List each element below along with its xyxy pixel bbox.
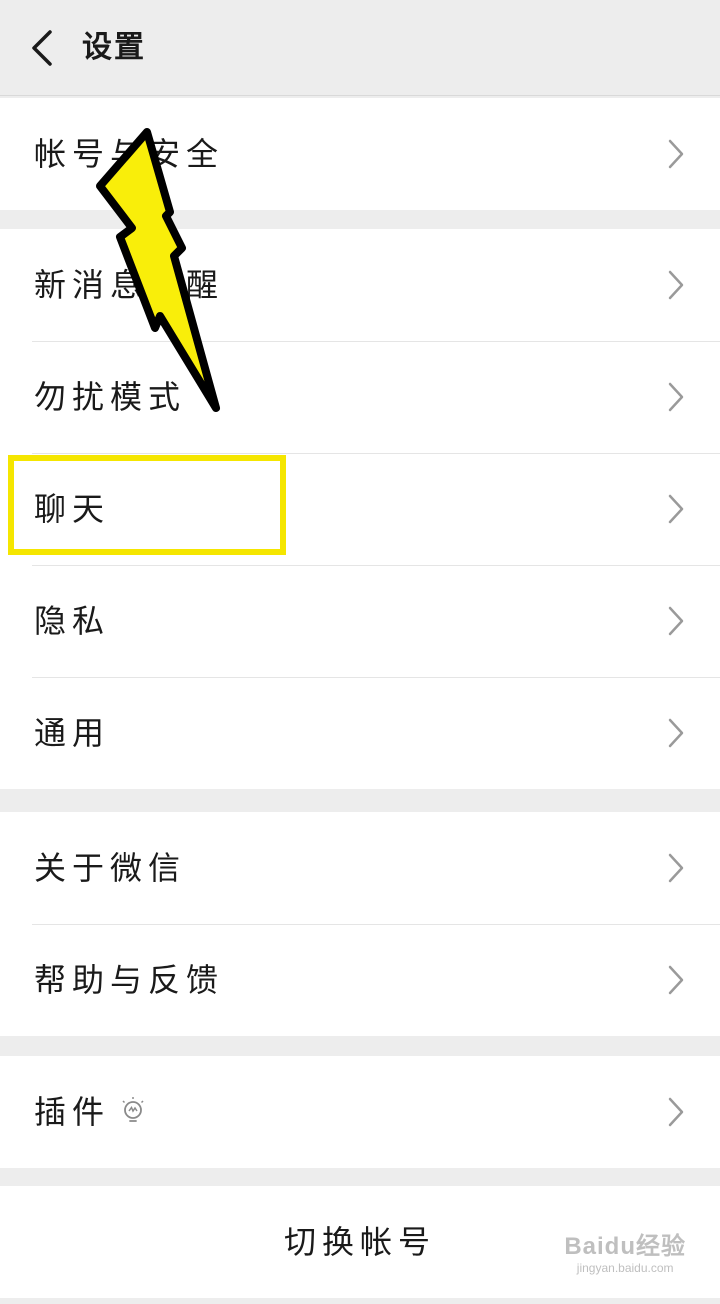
settings-group-about: 关于微信 帮助与反馈 bbox=[0, 812, 720, 1036]
watermark-logo: Baidu经验 bbox=[564, 1233, 686, 1260]
settings-item-label: 聊天 bbox=[34, 490, 111, 528]
settings-item-label: 勿扰模式 bbox=[34, 378, 187, 416]
settings-item-label: 帮助与反馈 bbox=[34, 961, 225, 999]
chevron-right-icon bbox=[668, 139, 684, 169]
chevron-right-icon bbox=[668, 270, 684, 300]
chevron-right-icon bbox=[668, 1097, 684, 1127]
back-button[interactable] bbox=[22, 26, 62, 70]
chevron-right-icon bbox=[668, 494, 684, 524]
settings-item-privacy[interactable]: 隐私 bbox=[0, 565, 720, 677]
settings-item-general[interactable]: 通用 bbox=[0, 677, 720, 789]
settings-item-chats[interactable]: 聊天 bbox=[0, 453, 720, 565]
settings-item-about-wechat[interactable]: 关于微信 bbox=[0, 812, 720, 924]
settings-item-do-not-disturb[interactable]: 勿扰模式 bbox=[0, 341, 720, 453]
top-bar: 设置 bbox=[0, 0, 720, 96]
watermark: Baidu经验 jingyan.baidu.com bbox=[564, 1226, 686, 1275]
page-title: 设置 bbox=[82, 30, 146, 65]
chevron-left-icon bbox=[32, 30, 52, 66]
settings-item-label: 关于微信 bbox=[34, 849, 187, 887]
chevron-right-icon bbox=[668, 606, 684, 636]
chevron-right-icon bbox=[668, 853, 684, 883]
settings-item-label: 帐号与安全 bbox=[34, 135, 225, 173]
settings-item-plugins[interactable]: 插件 bbox=[0, 1056, 720, 1168]
settings-group-plugins: 插件 bbox=[0, 1056, 720, 1168]
settings-group-main: 新消息提醒 勿扰模式 聊天 隐私 通用 bbox=[0, 229, 720, 789]
settings-item-new-message-alerts[interactable]: 新消息提醒 bbox=[0, 229, 720, 341]
chevron-right-icon bbox=[668, 965, 684, 995]
chevron-right-icon bbox=[668, 382, 684, 412]
settings-item-label: 通用 bbox=[34, 714, 111, 752]
settings-item-label: 插件 bbox=[34, 1093, 111, 1131]
settings-group-account: 帐号与安全 bbox=[0, 98, 720, 210]
settings-item-account-security[interactable]: 帐号与安全 bbox=[0, 98, 720, 210]
lightbulb-icon bbox=[122, 1097, 144, 1122]
settings-item-help-feedback[interactable]: 帮助与反馈 bbox=[0, 924, 720, 1036]
settings-item-label: 新消息提醒 bbox=[34, 266, 225, 304]
settings-item-label: 隐私 bbox=[34, 602, 111, 640]
chevron-right-icon bbox=[668, 718, 684, 748]
watermark-url: jingyan.baidu.com bbox=[576, 1261, 674, 1275]
